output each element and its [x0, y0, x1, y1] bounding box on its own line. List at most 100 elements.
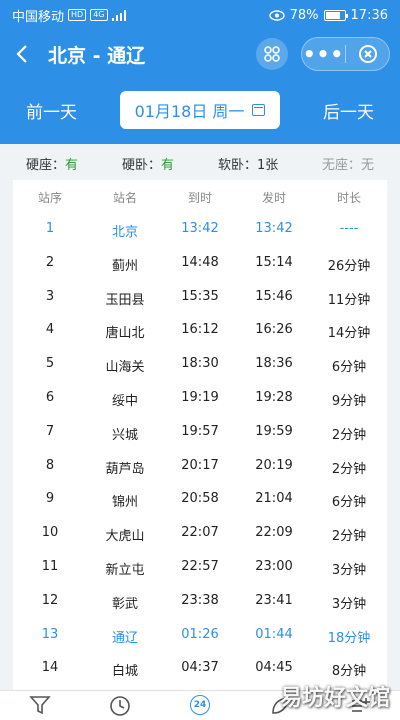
mini-program-capsule: •••: [301, 37, 390, 71]
departure-time: 21:04: [255, 491, 293, 507]
table-row[interactable]: 2 蓟州 14:48 15:14 26分钟: [13, 246, 387, 280]
eye-comfort-icon: [268, 9, 285, 21]
stop-duration: 14分钟: [327, 326, 371, 342]
seat-hard-seat: 硬座：有: [26, 154, 78, 173]
date-picker[interactable]: 01月18日 周一: [120, 91, 280, 129]
station-name: 北京: [111, 225, 138, 240]
station-no: 13: [41, 626, 59, 642]
seat-label: 硬卧：: [122, 158, 162, 173]
station-name: 大虎山: [105, 529, 145, 545]
close-button[interactable]: [346, 44, 389, 64]
tab-time[interactable]: [105, 695, 135, 720]
more-button[interactable]: •••: [302, 39, 345, 69]
departure-time: 19:59: [255, 423, 293, 439]
seat-value: 1张: [257, 158, 279, 173]
departure-time: 18:36: [255, 356, 293, 372]
seat-value: 无: [361, 158, 375, 173]
arrival-time: 14:48: [181, 254, 219, 270]
station-no: 12: [41, 592, 59, 608]
station-no: 2: [45, 254, 55, 270]
station-name: 唐山北: [105, 326, 145, 342]
tab-24h-label: 24: [190, 695, 210, 715]
arrival-time: 18:30: [181, 356, 219, 372]
clock-icon: [110, 696, 130, 716]
station-no: 6: [45, 390, 55, 405]
station-name: 锦州: [111, 495, 138, 511]
header-station-name: 站名: [112, 191, 137, 205]
status-bar: 中国移动 HD 4G 78% 17:36: [0, 0, 400, 30]
calendar-icon: [252, 104, 266, 116]
departure-time: 19:28: [255, 390, 293, 405]
departure-time: 15:14: [255, 254, 293, 270]
stop-duration: 11分钟: [327, 292, 371, 308]
departure-time: 16:26: [255, 322, 293, 338]
seat-availability: 硬座：有 硬卧：有 软卧：1张 无座：无: [0, 144, 400, 180]
departure-time: 13:42: [255, 221, 293, 236]
departure-time: 15:46: [255, 288, 293, 304]
station-no: 11: [41, 559, 59, 574]
station-name: 蓟州: [111, 258, 138, 274]
table-row[interactable]: 12 彰武 23:38 23:41 3分钟: [13, 584, 387, 618]
prev-day-button[interactable]: 前一天: [26, 98, 77, 123]
seat-no-seat: 无座：无: [322, 154, 374, 173]
stop-duration: 9分钟: [331, 394, 367, 409]
station-name: 兴城: [111, 427, 138, 443]
stop-duration: 2分钟: [331, 529, 367, 545]
station-no: 14: [41, 660, 59, 676]
station-no: 5: [45, 356, 55, 372]
table-row[interactable]: 6 绥中 19:19 19:28 9分钟: [13, 381, 387, 415]
arrival-time: 19:57: [181, 423, 219, 439]
table-row[interactable]: 11 新立屯 22:57 23:00 3分钟: [13, 550, 387, 584]
table-row[interactable]: 1 北京 13:42 13:42 ----: [13, 212, 387, 246]
table-row[interactable]: 3 玉田县 15:35 15:46 11分钟: [13, 280, 387, 314]
station-no: 10: [41, 525, 59, 541]
departure-time: 23:00: [255, 559, 293, 574]
station-name: 新立屯: [105, 563, 145, 578]
station-name: 玉田县: [105, 292, 145, 308]
arrival-time: 13:42: [181, 221, 219, 236]
network-tag: 4G: [90, 9, 108, 21]
arrival-time: 04:37: [181, 660, 219, 676]
arrival-time: 16:12: [181, 322, 219, 338]
table-row[interactable]: 7 兴城 19:57 19:59 2分钟: [13, 415, 387, 449]
carrier-label: 中国移动: [12, 9, 65, 25]
header-departure: 发时: [261, 191, 286, 205]
tab-24h[interactable]: 24: [185, 695, 215, 720]
station-no: 4: [45, 322, 55, 338]
stop-duration: ----: [339, 221, 359, 236]
station-name: 山海关: [105, 360, 145, 376]
back-button[interactable]: [0, 30, 44, 78]
station-no: 1: [45, 221, 55, 236]
station-no: 7: [45, 423, 55, 439]
stop-duration: 8分钟: [331, 664, 367, 680]
table-header: 站序 站名 到时 发时 时长: [13, 180, 387, 212]
arrival-time: 19:19: [181, 390, 219, 405]
page-title: 北京 - 通辽: [48, 44, 146, 67]
table-row[interactable]: 13 通辽 01:26 01:44 18分钟: [13, 618, 387, 652]
watermark: 易坊好文馆: [279, 686, 390, 711]
next-day-button[interactable]: 后一天: [323, 98, 374, 123]
clock: 17:36: [350, 7, 388, 23]
header-stop-duration: 时长: [336, 191, 361, 205]
table-row[interactable]: 4 唐山北 16:12 16:26 14分钟: [13, 313, 387, 347]
table-row[interactable]: 5 山海关 18:30 18:36 6分钟: [13, 347, 387, 381]
scan-button[interactable]: [256, 38, 288, 70]
header-arrival: 到时: [187, 191, 212, 205]
seat-soft-sleeper: 软卧：1张: [218, 154, 278, 173]
station-name: 绥中: [111, 394, 138, 409]
table-row[interactable]: 8 葫芦岛 20:17 20:19 2分钟: [13, 449, 387, 483]
tab-filter[interactable]: [25, 695, 55, 720]
hd-tag: HD: [68, 9, 87, 21]
station-name: 通辽: [111, 630, 138, 646]
arrival-time: 20:17: [181, 457, 219, 473]
departure-time: 01:44: [255, 626, 293, 642]
arrival-time: 20:58: [181, 491, 219, 507]
seat-label: 无座：: [322, 158, 362, 173]
table-row[interactable]: 10 大虎山 22:07 22:09 2分钟: [13, 516, 387, 550]
header-station-no: 站序: [37, 191, 62, 205]
departure-time: 23:41: [255, 592, 293, 608]
station-name: 彰武: [111, 596, 138, 612]
arrival-time: 22:57: [181, 559, 219, 574]
table-row[interactable]: 9 锦州 20:58 21:04 6分钟: [13, 482, 387, 516]
stop-duration: 6分钟: [331, 495, 367, 511]
